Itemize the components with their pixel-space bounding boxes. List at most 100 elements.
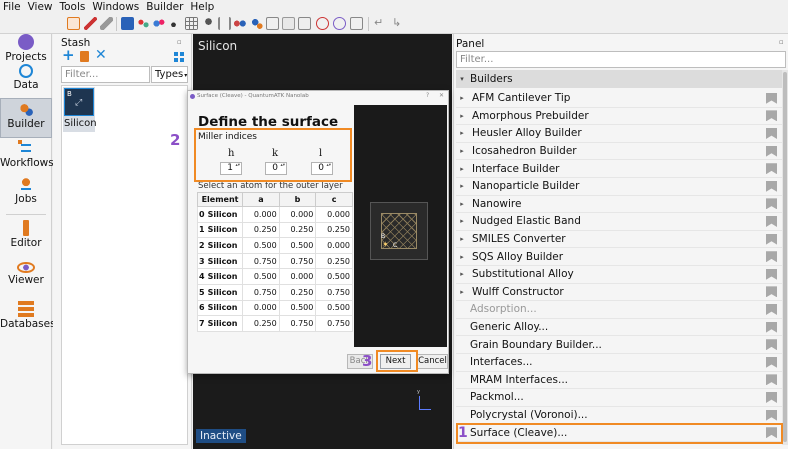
bookmark-icon[interactable]	[766, 127, 777, 139]
element-cell: Silicon	[206, 252, 244, 270]
rail-databases[interactable]: Databases	[0, 299, 56, 335]
builder-item[interactable]: Adsorption...	[456, 301, 782, 319]
help-icon[interactable]: ?	[426, 92, 429, 99]
undock-icon[interactable]: ▫	[177, 38, 182, 46]
bookmark-icon[interactable]	[766, 303, 777, 315]
undo-icon[interactable]: ↵	[374, 17, 387, 30]
cancel-button[interactable]: Cancel	[417, 354, 448, 369]
builder-item[interactable]: ▸ Nudged Elastic Band	[456, 213, 782, 231]
rail-workflows[interactable]: Workflows	[0, 140, 54, 176]
menu-tools[interactable]: Tools	[60, 1, 86, 13]
undock-icon[interactable]: ▫	[779, 38, 784, 46]
bookmark-icon[interactable]	[766, 409, 777, 421]
builder-item[interactable]: MRAM Interfaces...	[456, 372, 782, 390]
plugin-tool-icon[interactable]	[250, 17, 263, 30]
builder-item[interactable]: Polycrystal (Voronoi)...	[456, 407, 782, 425]
bookmark-icon[interactable]	[766, 374, 777, 386]
bookmark-icon[interactable]	[766, 286, 777, 298]
menu-windows[interactable]: Windows	[92, 1, 139, 13]
rail-jobs[interactable]: Jobs	[0, 178, 52, 214]
crystal-tool-icon[interactable]	[266, 17, 279, 30]
molecule-tool-icon[interactable]	[137, 17, 150, 30]
builder-item[interactable]: ▸ Substitutional Alloy	[456, 266, 782, 284]
rail-builder[interactable]: Builder	[0, 98, 52, 138]
coordinate-cell: 0.250	[315, 221, 353, 239]
bookmark-icon[interactable]	[766, 145, 777, 157]
builder-item[interactable]: ▸ Amorphous Prebuilder	[456, 108, 782, 126]
script-tool-icon[interactable]	[333, 17, 346, 30]
rail-data[interactable]: Data	[0, 62, 52, 96]
rail-viewer[interactable]: Viewer	[0, 259, 52, 297]
menu-help[interactable]: Help	[190, 1, 214, 13]
rail-projects[interactable]: Projects	[0, 34, 52, 63]
dots-tool-icon[interactable]	[167, 17, 180, 30]
builder-item[interactable]: Generic Alloy...	[456, 319, 782, 337]
bookmark-icon[interactable]	[766, 198, 777, 210]
import-icon[interactable]	[80, 51, 89, 62]
eraser-tool-icon[interactable]	[100, 17, 113, 30]
chevron-right-icon: ▸	[460, 287, 464, 296]
builder-item[interactable]: ▸ Interface Builder	[456, 160, 782, 178]
builder-item[interactable]: ▸ Icosahedron Builder	[456, 143, 782, 161]
bookmark-icon[interactable]	[766, 268, 777, 280]
panel-scrollbar[interactable]	[782, 70, 788, 445]
atoms-tool-icon[interactable]	[152, 17, 165, 30]
bookmark-icon[interactable]	[766, 251, 777, 263]
builder-item[interactable]: ▸ SMILES Converter	[456, 231, 782, 249]
bookmark-icon[interactable]	[766, 215, 777, 227]
close-icon[interactable]: ✕	[439, 92, 444, 99]
builder-item[interactable]: ▸ Wulff Constructor	[456, 284, 782, 302]
builder-item[interactable]: ▸ Nanoparticle Builder	[456, 178, 782, 196]
builder-item[interactable]: Grain Boundary Builder...	[456, 336, 782, 354]
bookmark-icon[interactable]	[766, 321, 777, 333]
wrench-tool-icon[interactable]	[350, 17, 363, 30]
table-row[interactable]: 6 Silicon 0.000 0.500 0.500	[196, 299, 353, 317]
delete-icon[interactable]: ✕	[95, 48, 107, 62]
bookmark-icon[interactable]	[766, 356, 777, 368]
rail-editor[interactable]: Editor	[0, 220, 52, 254]
stash-types-dropdown[interactable]: Types▾	[151, 66, 188, 83]
redo-icon[interactable]: ↳	[392, 17, 405, 30]
select-tool-icon[interactable]	[67, 17, 80, 30]
no-bond-tool-icon[interactable]	[316, 17, 329, 30]
bookmark-icon[interactable]	[766, 339, 777, 351]
builder-item[interactable]: Packmol...	[456, 389, 782, 407]
lattice-tool-icon[interactable]	[282, 17, 295, 30]
bookmark-icon[interactable]	[766, 391, 777, 403]
builder-item[interactable]: ▸ SQS Alloy Builder	[456, 248, 782, 266]
pencil-tool-icon[interactable]	[84, 17, 97, 30]
bookmark-icon[interactable]	[766, 180, 777, 192]
menu-file[interactable]: File	[3, 1, 21, 13]
table-row[interactable]: 2 Silicon 0.500 0.500 0.000	[196, 237, 353, 254]
table-row[interactable]: 5 Silicon 0.750 0.250 0.750	[196, 283, 353, 301]
table-row[interactable]: 3 Silicon 0.750 0.750 0.250	[196, 252, 353, 270]
add-icon[interactable]: +	[62, 48, 75, 63]
builders-section-header[interactable]: ▾ Builders	[456, 70, 782, 88]
info-icon[interactable]	[121, 17, 134, 30]
table-row[interactable]: 1 Silicon 0.250 0.250 0.250	[196, 221, 353, 239]
grid-tool-icon[interactable]	[185, 17, 198, 30]
transform-tool-icon[interactable]	[218, 17, 231, 30]
layers-tool-icon[interactable]	[298, 17, 311, 30]
builder-item-label: Amorphous Prebuilder	[472, 109, 589, 122]
builder-item[interactable]: ▸ Nanowire	[456, 196, 782, 214]
builder-item[interactable]: ▸ Heusler Alloy Builder	[456, 125, 782, 143]
bookmark-icon[interactable]	[766, 233, 777, 245]
panel-filter-input[interactable]: Filter...	[456, 51, 786, 68]
bookmark-icon[interactable]	[766, 92, 777, 104]
menu-builder[interactable]: Builder	[146, 1, 183, 13]
builder-item[interactable]: ▸ AFM Cantilever Tip	[456, 90, 782, 108]
grid-view-icon[interactable]	[174, 52, 184, 62]
table-row[interactable]: 7 Silicon 0.250 0.750 0.750	[196, 315, 353, 332]
bond-tool-icon[interactable]	[233, 17, 246, 30]
bookmark-icon[interactable]	[766, 110, 777, 122]
table-row[interactable]: 4 Silicon 0.500 0.000 0.500	[196, 268, 353, 285]
table-row[interactable]: 0 Silicon 0.000 0.000 0.000	[196, 206, 353, 223]
bookmark-icon[interactable]	[766, 163, 777, 175]
scrollbar-thumb[interactable]	[783, 72, 787, 442]
builder-item[interactable]: Interfaces...	[456, 354, 782, 372]
pin-tool-icon[interactable]	[202, 17, 215, 30]
menu-view[interactable]: View	[28, 1, 53, 13]
stash-item-silicon[interactable]: B ⤢ Silicon	[63, 87, 97, 132]
stash-filter-input[interactable]: Filter...	[61, 66, 150, 83]
